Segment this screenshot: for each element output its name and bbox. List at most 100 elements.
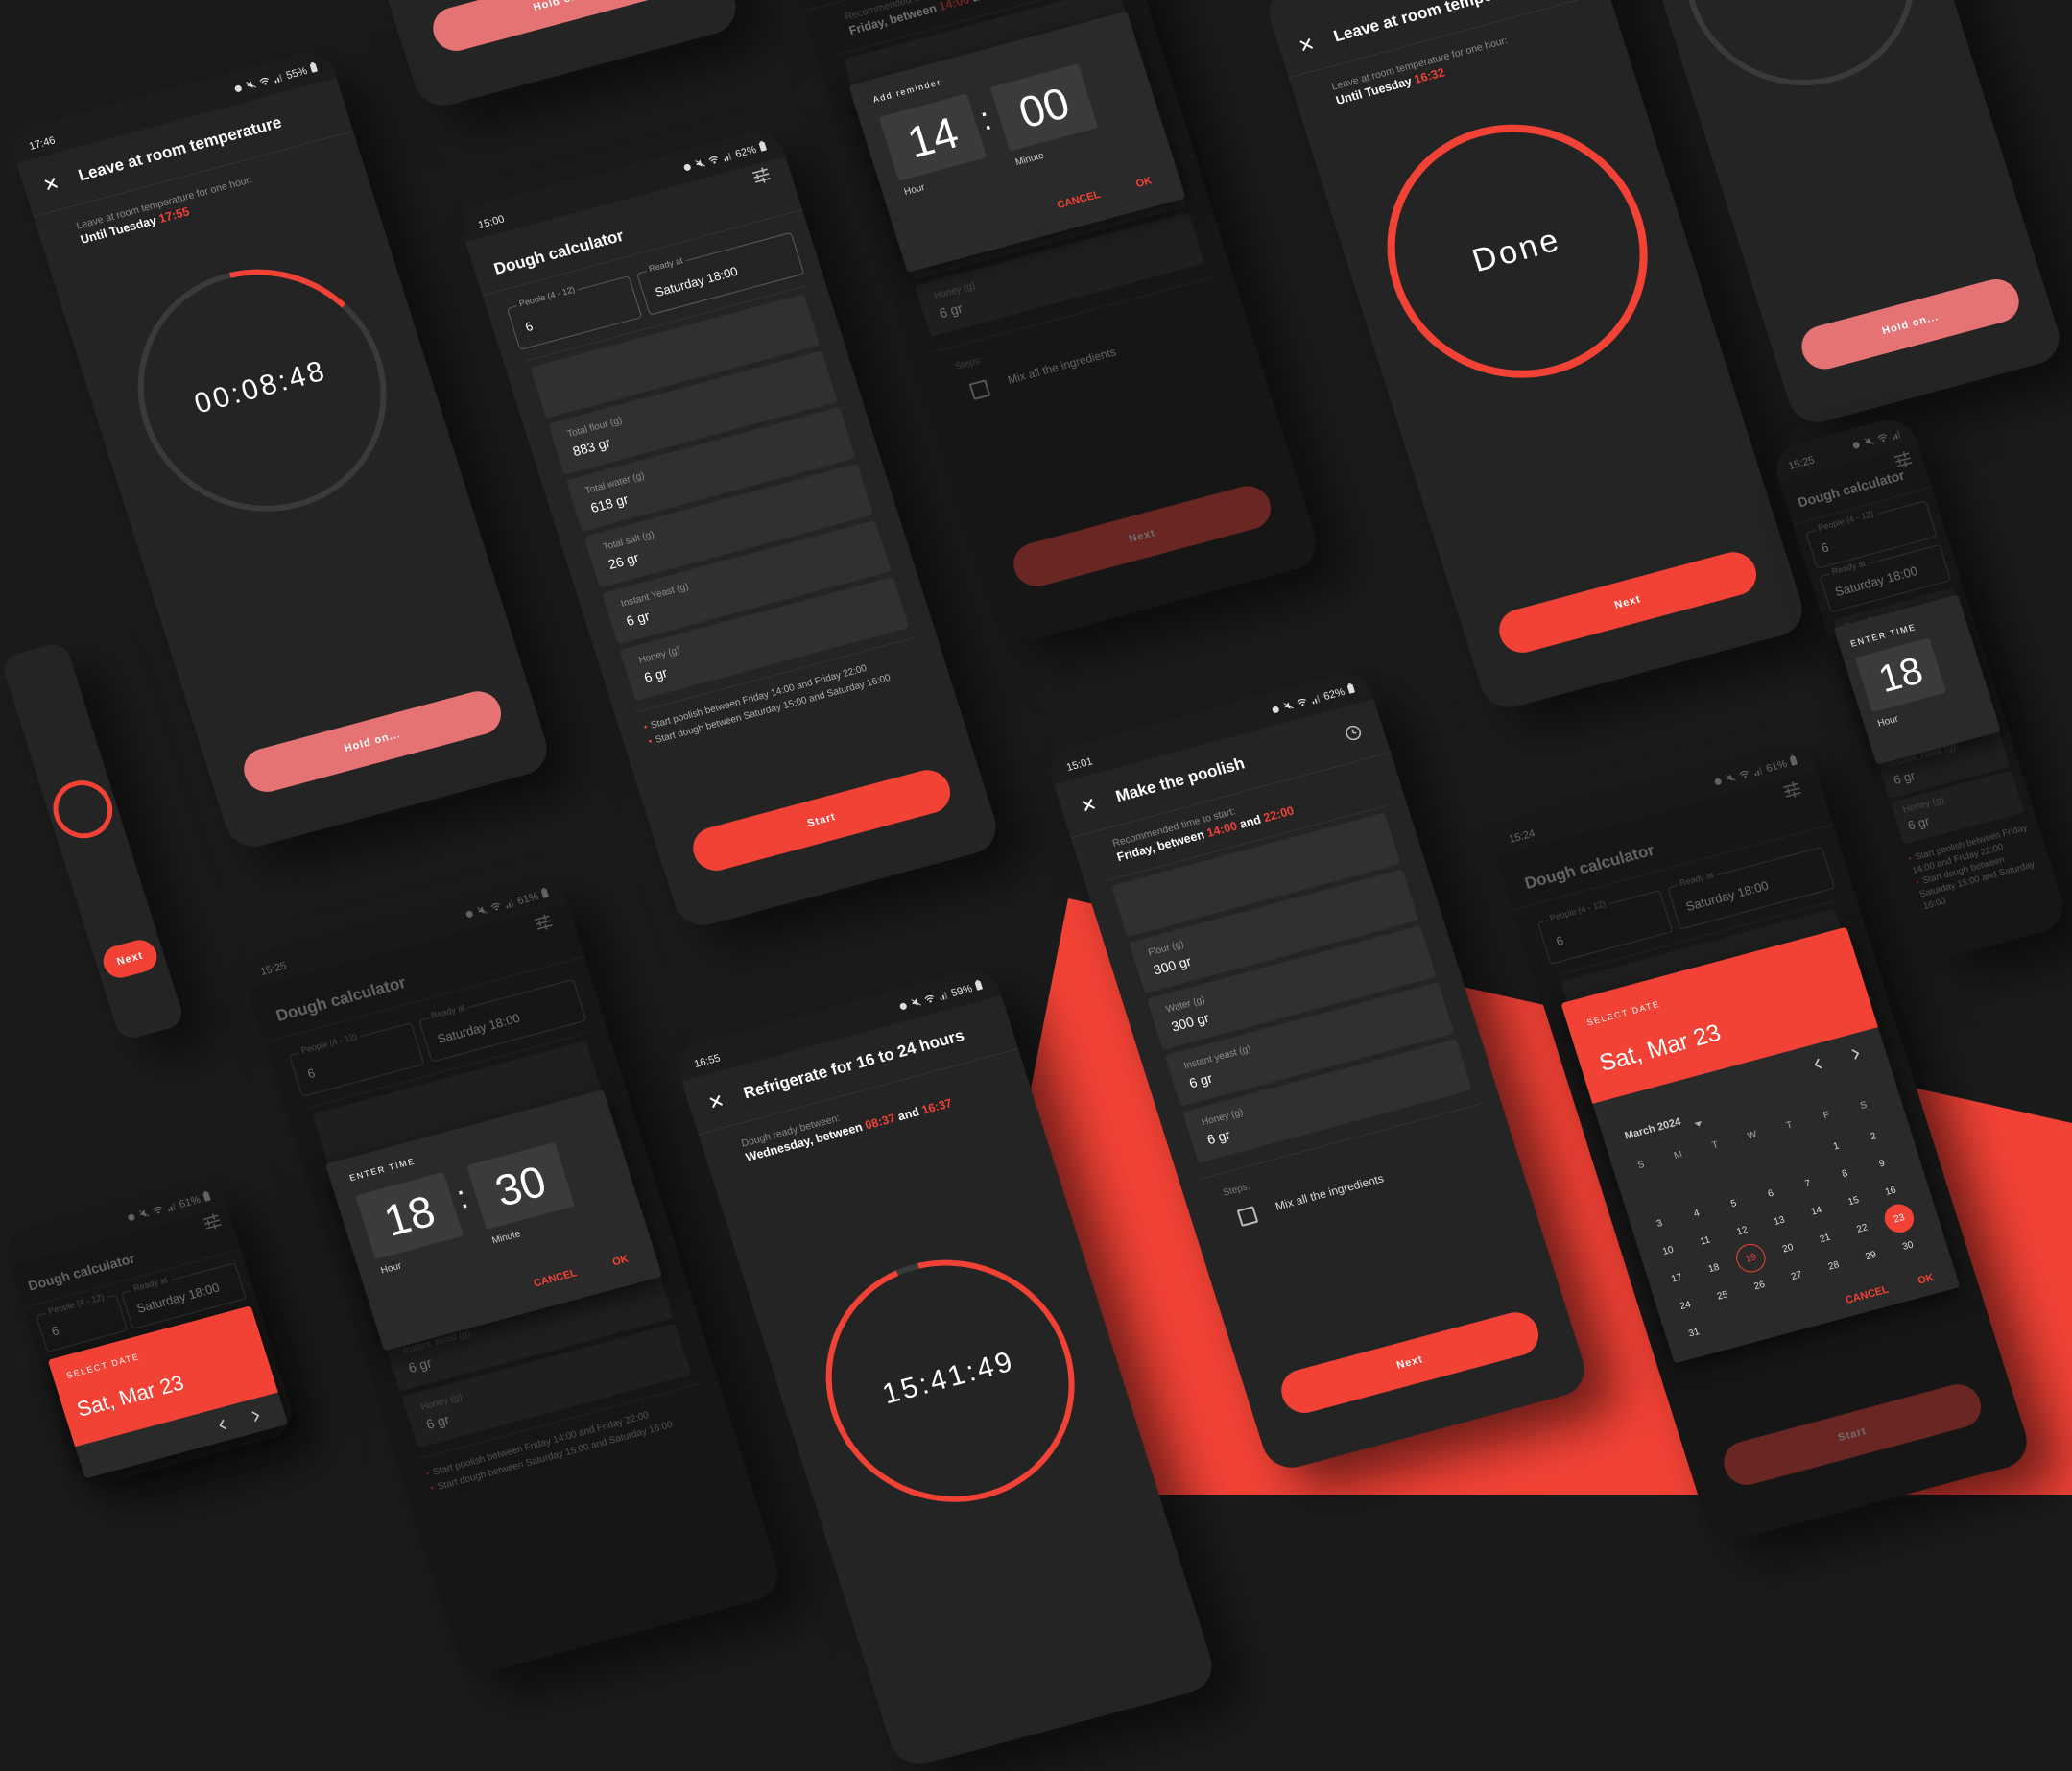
hour-input[interactable]: 18	[1854, 637, 1947, 713]
calendar-day[interactable]: 29	[1852, 1238, 1889, 1273]
mute-icon	[476, 904, 489, 919]
step-checkbox[interactable]	[1236, 1206, 1259, 1227]
next-button[interactable]: Next	[1493, 547, 1762, 658]
settings-sliders-icon[interactable]	[532, 912, 556, 933]
calendar-day[interactable]: 27	[1778, 1258, 1815, 1293]
ok-button[interactable]: OK	[1917, 1272, 1936, 1287]
calendar-day[interactable]: 23	[1880, 1201, 1917, 1236]
calendar-day[interactable]: 3	[1641, 1206, 1678, 1240]
ok-button[interactable]: OK	[611, 1254, 631, 1269]
calendar-day[interactable]: 2	[1855, 1119, 1892, 1154]
minute-label: Minute	[1013, 150, 1046, 169]
hold-on-button[interactable]: Hold on...	[427, 0, 696, 57]
next-button[interactable]: Next	[1275, 1307, 1544, 1419]
ingredient-value: 6 gr	[1187, 1069, 1215, 1091]
calendar-day[interactable]: 19	[1732, 1240, 1770, 1276]
next-button[interactable]: Next	[99, 936, 161, 982]
cancel-button[interactable]: CANCEL	[533, 1267, 579, 1289]
calendar-day[interactable]: 5	[1715, 1186, 1751, 1221]
mute-icon	[1863, 436, 1876, 450]
hour-label: Hour	[379, 1260, 403, 1277]
time-picker-title: Add reminder	[871, 77, 943, 105]
calendar-day[interactable]: 21	[1807, 1221, 1844, 1256]
clock-icon[interactable]	[1343, 723, 1365, 744]
signal-icon	[165, 1200, 179, 1214]
calendar-day[interactable]: 28	[1816, 1248, 1852, 1282]
previous-month-icon[interactable]	[216, 1417, 228, 1430]
people-input[interactable]: People (4 - 12) 6	[506, 275, 643, 350]
month-year-selector[interactable]: March 2024	[1623, 1116, 1681, 1142]
hold-on-button[interactable]: Hold on...	[238, 686, 507, 798]
calendar-day[interactable]: 25	[1704, 1278, 1741, 1312]
timer-ring-track	[53, 780, 113, 839]
start-button[interactable]: Start	[1718, 1379, 1987, 1491]
calendar-day[interactable]: 8	[1826, 1156, 1863, 1190]
weekday-label: F	[1822, 1109, 1831, 1121]
close-icon[interactable]	[1297, 36, 1316, 54]
next-button[interactable]: Next	[1008, 481, 1276, 592]
ingredient-value: 618 gr	[588, 491, 631, 516]
previous-month-icon[interactable]	[1812, 1056, 1824, 1069]
calendar-day[interactable]: 24	[1667, 1288, 1703, 1323]
people-input[interactable]: People (4 - 12) 6	[1536, 890, 1674, 965]
calendar-day[interactable]: 14	[1798, 1193, 1835, 1228]
dropdown-caret-icon[interactable]	[1692, 1114, 1702, 1127]
close-icon[interactable]	[706, 1092, 726, 1111]
calendar-day[interactable]: 6	[1752, 1176, 1789, 1210]
wifi-icon	[1296, 696, 1310, 710]
calendar-day[interactable]: 11	[1687, 1223, 1724, 1257]
ingredient-label: Instant Yeast (g)	[619, 581, 690, 610]
next-month-icon[interactable]	[1848, 1046, 1861, 1060]
minute-label: Minute	[490, 1229, 522, 1247]
calendar-day[interactable]: 30	[1890, 1229, 1926, 1263]
settings-sliders-icon[interactable]	[201, 1211, 225, 1233]
settings-sliders-icon[interactable]	[750, 165, 774, 186]
cancel-button[interactable]: CANCEL	[1845, 1284, 1891, 1306]
hold-on-button[interactable]: Hold on...	[1796, 274, 2025, 374]
bullet: •	[647, 736, 655, 748]
ingredient-value: 6 gr	[642, 664, 670, 685]
bullet: •	[1914, 876, 1921, 889]
calendar-day[interactable]: 31	[1676, 1315, 1712, 1350]
signal-icon	[1309, 692, 1322, 706]
ok-button[interactable]: OK	[1134, 175, 1154, 190]
date-picker-title: SELECT DATE	[1585, 998, 1661, 1028]
calendar-day[interactable]: 17	[1658, 1260, 1695, 1295]
calendar-day[interactable]: 10	[1650, 1233, 1686, 1268]
calendar-day[interactable]: 16	[1872, 1174, 1909, 1209]
step-checkbox[interactable]	[968, 379, 991, 400]
alarm-icon	[1712, 775, 1726, 789]
page-title: Dough calculator	[26, 1250, 137, 1294]
calendar-day[interactable]: 9	[1864, 1146, 1900, 1181]
wifi-icon	[707, 154, 722, 168]
people-input[interactable]: People (4 - 12) 6	[288, 1022, 425, 1097]
status-time: 15:00	[476, 213, 507, 231]
step-label: Mix all the ingredients	[1274, 1171, 1386, 1213]
calendar-day[interactable]: 26	[1741, 1268, 1777, 1303]
hour-input[interactable]: 18	[355, 1171, 464, 1260]
ready-at-label: Ready at	[644, 254, 687, 275]
calendar-day[interactable]: 18	[1696, 1251, 1732, 1285]
calendar-day[interactable]: 12	[1724, 1213, 1760, 1248]
signal-icon	[503, 897, 516, 911]
minute-input[interactable]: 30	[466, 1141, 575, 1230]
calendar-day[interactable]: 15	[1835, 1184, 1871, 1218]
calendar-day[interactable]: 13	[1761, 1204, 1798, 1238]
settings-sliders-icon[interactable]	[1780, 779, 1804, 801]
close-icon[interactable]	[41, 175, 60, 193]
battery-icon	[758, 140, 769, 155]
battery-icon	[974, 979, 985, 993]
calendar-day[interactable]: 22	[1844, 1210, 1880, 1245]
calendar-day[interactable]: 7	[1790, 1166, 1826, 1201]
next-month-icon[interactable]	[249, 1408, 261, 1422]
hour-input[interactable]: 14	[878, 93, 988, 181]
settings-sliders-icon[interactable]	[1892, 449, 1916, 470]
calendar-day[interactable]: 1	[1818, 1129, 1854, 1163]
start-button[interactable]: Start	[687, 765, 956, 876]
cancel-button[interactable]: CANCEL	[1056, 189, 1102, 211]
minute-input[interactable]: 00	[989, 63, 1099, 152]
calendar-day[interactable]: 4	[1679, 1196, 1715, 1231]
close-icon[interactable]	[1079, 796, 1098, 814]
calendar-day[interactable]: 20	[1770, 1231, 1806, 1265]
status-time: 15:24	[1507, 827, 1537, 846]
